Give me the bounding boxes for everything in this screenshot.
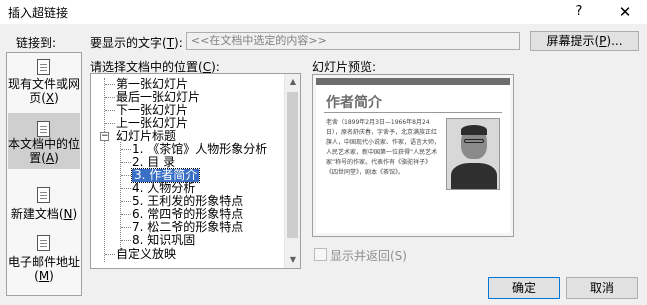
dialog-title: 插入超链接 <box>8 6 69 20</box>
photo-shoulders <box>451 163 497 189</box>
display-text-label: 要显示的文字(T): <box>90 36 183 50</box>
tree-branch <box>105 110 115 111</box>
tree-branch <box>105 254 115 255</box>
tree-branch <box>105 84 115 85</box>
tree-connector <box>120 142 121 251</box>
slide-body-text: 老舍（1899年2月3日—1966年8月24日），原名舒庆春，字舍予，北京满族正… <box>326 119 441 176</box>
title-bar: 插入超链接 ? ✕ <box>0 0 647 24</box>
email-icon <box>37 235 50 251</box>
link-email-label: 电子邮件地址(M) <box>8 255 81 283</box>
scroll-thumb[interactable] <box>287 92 298 238</box>
location-tree[interactable]: 第一张幻灯片 最后一张幻灯片 下一张幻灯片 上一张幻灯片 − 幻灯片标题 1. … <box>90 73 301 269</box>
show-and-return-checkbox[interactable] <box>314 248 327 261</box>
slide-title: 作者简介 <box>326 95 382 111</box>
slide-header-band <box>316 78 510 85</box>
screentip-button[interactable]: 屏幕提示(P)... <box>530 31 639 51</box>
tree-branch <box>121 175 131 176</box>
tree-branch <box>121 162 131 163</box>
photo-hair <box>461 125 487 135</box>
cancel-button[interactable]: 取消 <box>566 277 638 299</box>
collapse-icon[interactable]: − <box>100 132 109 141</box>
tree-branch <box>121 214 131 215</box>
author-photo <box>446 118 500 190</box>
tree-branch <box>121 227 131 228</box>
slide-divider <box>324 112 502 113</box>
link-existing-file-button[interactable]: 现有文件或网页(X) <box>8 57 80 109</box>
link-to-label: 链接到: <box>16 36 57 50</box>
tree-item-slide-8[interactable]: 8. 知识巩固 <box>132 234 195 247</box>
display-text-input[interactable]: <<在文档中选定的内容>> <box>186 32 520 50</box>
ok-button[interactable]: 确定 <box>488 277 560 299</box>
tree-branch <box>121 201 131 202</box>
tree-item-custom-shows[interactable]: 自定义放映 <box>116 248 176 261</box>
web-page-icon <box>37 59 50 75</box>
photo-glasses <box>464 139 484 143</box>
scroll-down-icon[interactable]: ▼ <box>285 252 300 268</box>
preview-label: 幻灯片预览: <box>312 60 377 74</box>
tree-branch <box>121 240 131 241</box>
tree-branch <box>121 149 131 150</box>
new-document-icon <box>37 187 50 203</box>
close-button[interactable]: ✕ <box>612 1 638 23</box>
show-and-return-label: 显示并返回(S) <box>330 249 407 263</box>
slide-preview: 作者简介 老舍（1899年2月3日—1966年8月24日），原名舒庆春，字舍予，… <box>312 74 514 237</box>
tree-branch <box>105 97 115 98</box>
link-new-document-button[interactable]: 新建文档(N) <box>8 185 80 225</box>
link-place-in-document-button[interactable]: 本文档中的位置(A) <box>8 113 80 169</box>
tree-scrollbar[interactable]: ▲ ▼ <box>284 74 300 268</box>
link-email-button[interactable]: 电子邮件地址(M) <box>8 233 80 289</box>
document-place-icon <box>37 121 50 137</box>
link-new-document-label: 新建文档(N) <box>10 207 78 221</box>
tree-branch <box>121 188 131 189</box>
link-place-label: 本文档中的位置(A) <box>8 137 81 165</box>
tree-connector <box>104 78 105 262</box>
link-existing-file-label: 现有文件或网页(X) <box>8 77 81 105</box>
scroll-up-icon[interactable]: ▲ <box>285 74 300 90</box>
help-button[interactable]: ? <box>568 1 590 23</box>
tree-branch <box>105 123 115 124</box>
link-to-bar: 现有文件或网页(X) 本文档中的位置(A) 新建文档(N) 电子邮件地址(M) <box>6 52 82 296</box>
slide-thumbnail: 作者简介 老舍（1899年2月3日—1966年8月24日），原名舒庆春，字舍予，… <box>316 78 510 233</box>
